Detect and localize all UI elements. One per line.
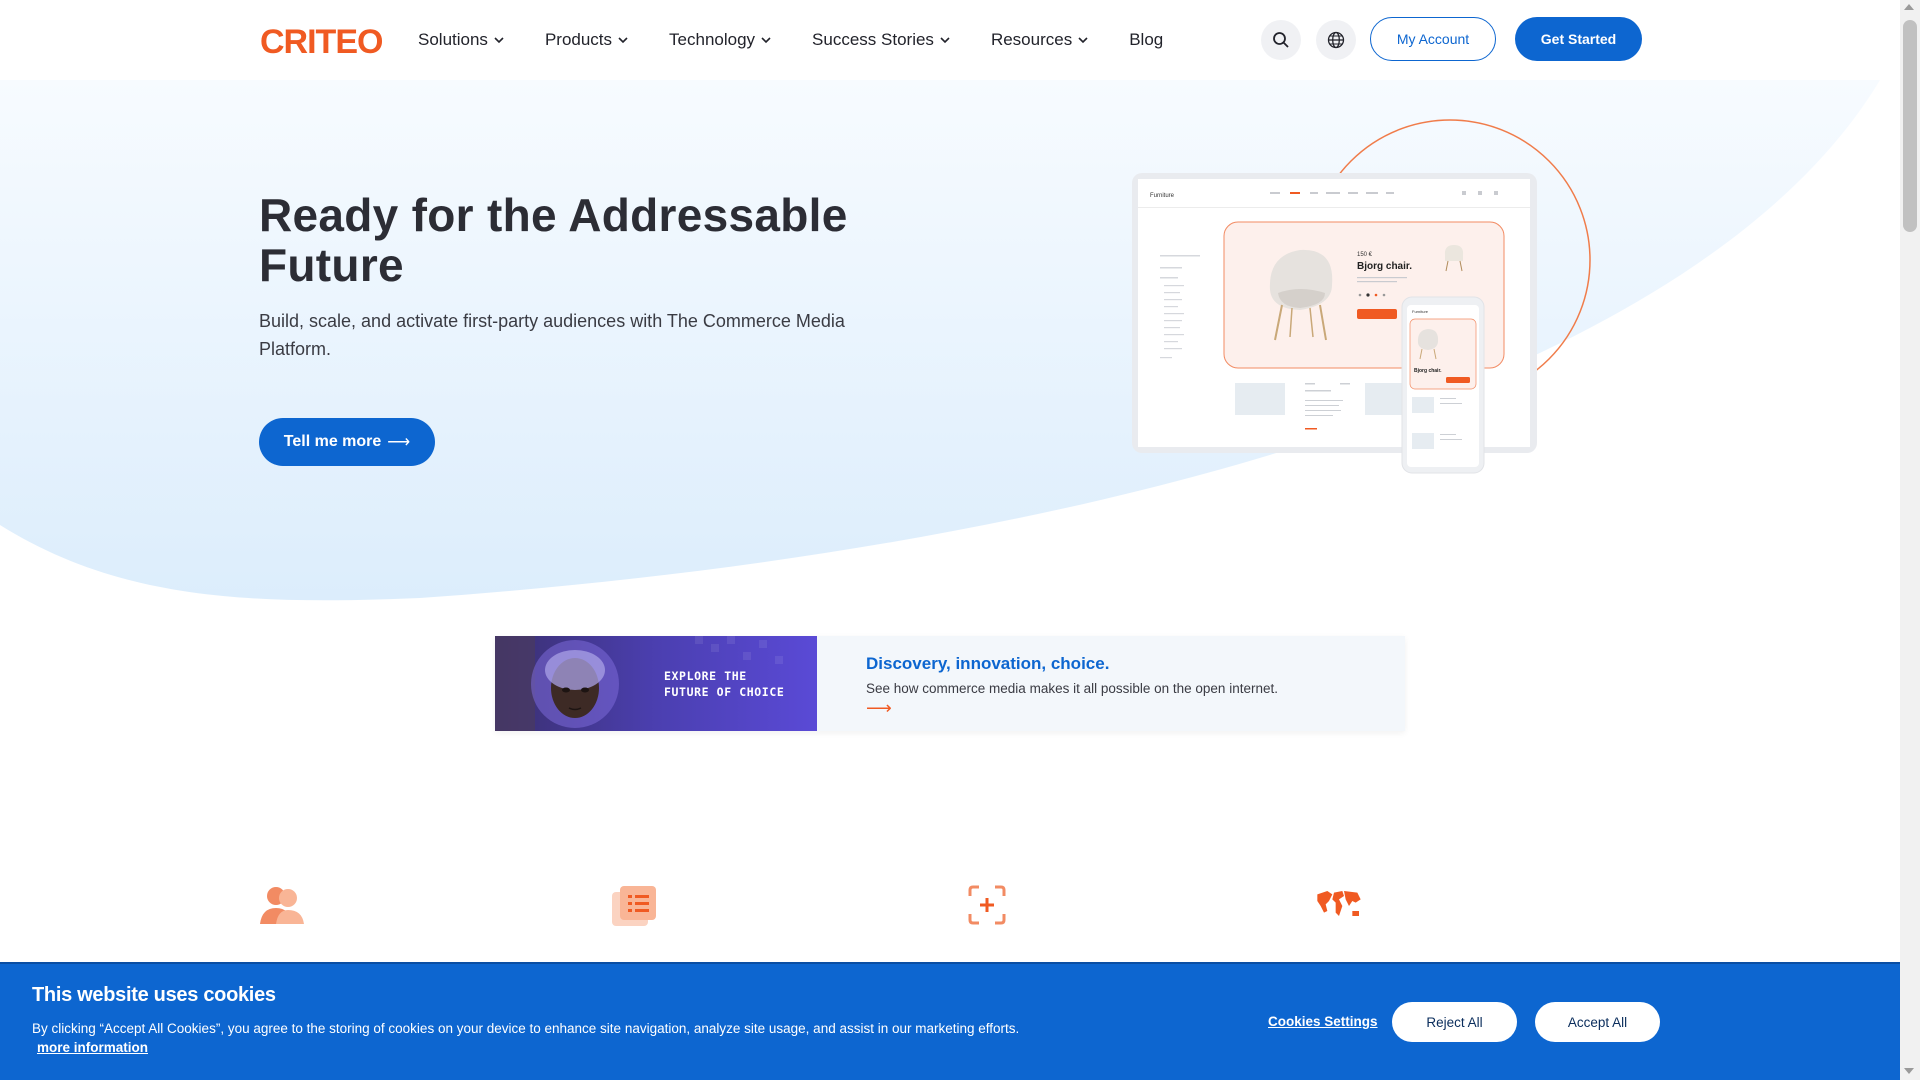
nav-label: Products (544, 30, 613, 49)
scroll-down-arrow-icon[interactable] (1904, 1068, 1914, 1074)
language-button[interactable] (1316, 20, 1356, 60)
chevron-down-icon (761, 37, 771, 44)
nav-products[interactable]: Products (545, 28, 629, 52)
mobile-store-name: Furniture (1412, 309, 1429, 314)
chevron-down-icon (618, 37, 628, 44)
cookie-banner: This website uses cookies By clicking “A… (0, 962, 1900, 1080)
nav-label: Success Stories (812, 30, 934, 49)
search-button[interactable] (1261, 20, 1301, 60)
banner-image-caption: EXPLORE THE FUTURE OF CHOICE (664, 668, 784, 700)
mobile-product-name: Bjorg chair. (1414, 368, 1442, 374)
nav-label: Solutions (418, 30, 488, 49)
banner-image-text-line2: FUTURE OF CHOICE (664, 685, 785, 699)
mockup-product-name: Bjorg chair. (1357, 261, 1412, 272)
chevron-down-icon (494, 37, 504, 44)
add-focus-icon (968, 885, 1006, 925)
my-account-button[interactable]: My Account (1370, 17, 1496, 61)
globe-icon (1327, 31, 1345, 49)
site-header: CRITEO Solutions Products Technology Suc… (0, 0, 1900, 80)
chevron-down-icon (1078, 37, 1088, 44)
mockup-price: 150 € (1357, 252, 1373, 258)
tell-me-more-label: Tell me more (283, 433, 382, 450)
nav-label: Technology (669, 30, 756, 49)
world-map-icon (1317, 891, 1361, 916)
cookies-settings-link[interactable]: Cookies Settings (1268, 1014, 1378, 1029)
cookie-title: This website uses cookies (32, 984, 276, 1006)
nav-success-stories[interactable]: Success Stories (812, 28, 951, 52)
search-icon (1273, 32, 1289, 48)
nav-technology[interactable]: Technology (669, 28, 772, 52)
hero-title: Ready for the Addressable Future (259, 189, 848, 291)
get-started-button[interactable]: Get Started (1515, 17, 1642, 61)
audience-icon (260, 887, 304, 924)
criteo-logo[interactable]: CRITEO (260, 22, 390, 58)
nav-label: Blog (1129, 30, 1164, 49)
chevron-down-icon (940, 37, 950, 44)
reject-all-button[interactable]: Reject All (1392, 1002, 1517, 1042)
scrollbar-thumb[interactable] (1903, 20, 1917, 232)
nav-blog[interactable]: Blog (1129, 28, 1163, 52)
tell-me-more-button[interactable]: Tell me more ⟶ (259, 418, 435, 466)
logo-text: CRITEO (260, 23, 383, 58)
accept-all-button[interactable]: Accept All (1535, 1002, 1660, 1042)
catalog-icon (612, 886, 656, 926)
main-nav: Solutions Products Technology Success St… (418, 28, 1203, 52)
cookie-text: By clicking “Accept All Cookies”, you ag… (32, 1021, 1020, 1036)
discovery-banner[interactable]: EXPLORE THE FUTURE OF CHOICE Discovery, … (495, 636, 1405, 731)
scroll-up-arrow-icon[interactable] (1904, 4, 1914, 10)
banner-image: EXPLORE THE FUTURE OF CHOICE (495, 636, 817, 731)
banner-image-text-line1: EXPLORE THE (664, 669, 747, 683)
nav-solutions[interactable]: Solutions (418, 28, 505, 52)
platform-mockup: Furniture 150 € Bjorg chair. Furniture B… (1120, 115, 1600, 535)
nav-resources[interactable]: Resources (991, 28, 1089, 52)
banner-title: Discovery, innovation, choice. (866, 654, 1110, 673)
store-name: Furniture (1150, 193, 1175, 199)
arrow-right-icon[interactable]: ⟶ (866, 698, 892, 719)
hero-subtitle: Build, scale, and activate first-party a… (259, 311, 845, 359)
more-information-link[interactable]: more information (37, 1040, 148, 1055)
banner-description: See how commerce media makes it all poss… (866, 681, 1278, 696)
nav-label: Resources (990, 30, 1073, 49)
arrow-right-icon: ⟶ (387, 434, 411, 451)
